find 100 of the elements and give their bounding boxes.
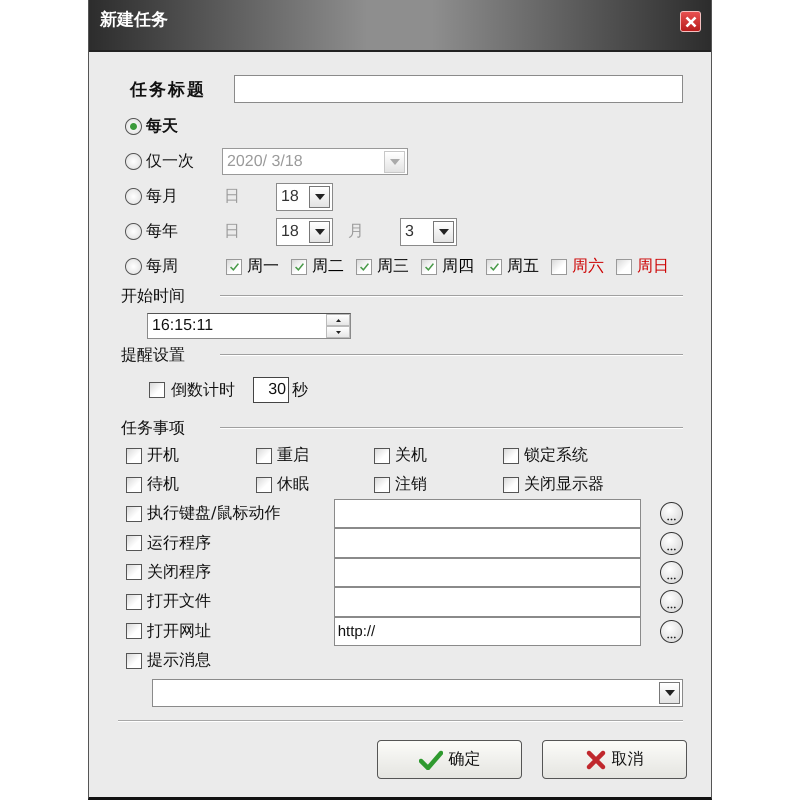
- checkbox-label[interactable]: 执行键盘/鼠标动作: [147, 503, 334, 524]
- input-field[interactable]: [334, 587, 642, 617]
- dots-icon: [667, 576, 676, 580]
- checkbox[interactable]: [551, 258, 567, 274]
- checkbox[interactable]: [616, 258, 632, 274]
- checkbox-label[interactable]: 休眠: [277, 474, 309, 495]
- checkbox[interactable]: [126, 476, 142, 492]
- tick-icon: [490, 262, 498, 270]
- tick-icon: [230, 262, 238, 270]
- field-label: 日: [224, 221, 241, 242]
- spin-up-button[interactable]: [326, 314, 350, 326]
- checkbox[interactable]: [374, 476, 390, 492]
- checkbox-label[interactable]: 重启: [277, 445, 309, 466]
- checkbox[interactable]: [291, 258, 307, 274]
- radio-label[interactable]: 每天: [146, 116, 222, 137]
- radio-label[interactable]: 每年: [146, 221, 222, 242]
- input-field[interactable]: [334, 499, 642, 528]
- checkbox[interactable]: [256, 448, 272, 464]
- checkbox-label[interactable]: 周四: [442, 256, 474, 277]
- checkbox-label[interactable]: 关机: [395, 445, 427, 466]
- number-dropdown[interactable]: 18: [276, 182, 333, 210]
- caret-icon: [314, 194, 324, 200]
- caret-icon: [438, 228, 448, 234]
- caret-icon: [336, 318, 340, 322]
- checkbox[interactable]: [503, 476, 519, 492]
- browse-button[interactable]: [660, 560, 683, 584]
- checkbox[interactable]: [256, 476, 272, 492]
- section-heading: 提醒设置: [120, 344, 186, 366]
- checkbox-label[interactable]: 周五: [507, 256, 539, 277]
- checkbox[interactable]: [374, 448, 390, 464]
- input-field[interactable]: http://: [334, 616, 642, 646]
- checkbox[interactable]: [126, 652, 142, 669]
- dots-icon: [667, 606, 676, 610]
- input-field[interactable]: [234, 75, 683, 103]
- checkbox[interactable]: [126, 506, 142, 522]
- checkbox[interactable]: [126, 623, 142, 640]
- checkbox-label[interactable]: 注销: [395, 474, 427, 495]
- checkbox-label[interactable]: 提示消息: [147, 650, 337, 672]
- checkbox[interactable]: [421, 258, 437, 274]
- radio-button[interactable]: [125, 188, 142, 205]
- checkbox-label[interactable]: 关闭显示器: [524, 474, 604, 495]
- input-field[interactable]: [334, 528, 642, 558]
- radio-button[interactable]: [125, 118, 142, 135]
- seconds-field[interactable]: 30: [253, 377, 289, 403]
- caret-icon: [664, 690, 674, 696]
- browse-button[interactable]: [660, 502, 683, 526]
- browse-button[interactable]: [660, 532, 683, 555]
- time-spinner[interactable]: 16:15:11: [147, 313, 351, 339]
- checkbox-label[interactable]: 周二: [312, 256, 344, 277]
- caret-icon: [314, 228, 324, 234]
- input-field[interactable]: [334, 558, 642, 588]
- check-icon: [418, 750, 442, 770]
- checkbox-label[interactable]: 倒数计时: [171, 380, 235, 400]
- radio-button[interactable]: [125, 153, 142, 170]
- checkbox[interactable]: [503, 448, 519, 464]
- number-dropdown[interactable]: 3: [400, 218, 457, 246]
- browse-button[interactable]: [660, 620, 683, 643]
- radio-label[interactable]: 每月: [146, 186, 222, 207]
- checkbox[interactable]: [126, 564, 142, 580]
- dropdown-button[interactable]: [309, 186, 330, 208]
- close-button[interactable]: [680, 11, 701, 32]
- dropdown-button[interactable]: [309, 220, 330, 242]
- field-label: 月: [348, 221, 365, 242]
- checkbox-label[interactable]: 关闭程序: [147, 562, 334, 583]
- checkbox-label[interactable]: 运行程序: [147, 532, 334, 554]
- tick-icon: [360, 262, 368, 270]
- radio-label[interactable]: 每周: [146, 256, 222, 277]
- browse-button[interactable]: [660, 590, 683, 614]
- field-label: 任务标题: [130, 78, 207, 100]
- close-icon: [684, 16, 696, 28]
- section-heading: 开始时间: [120, 286, 186, 306]
- checkbox[interactable]: [356, 258, 372, 274]
- radio-label[interactable]: 仅一次: [146, 151, 222, 172]
- checkbox[interactable]: [226, 258, 242, 274]
- tick-icon: [294, 262, 304, 270]
- checkbox-label[interactable]: 待机: [147, 474, 179, 495]
- caret-icon: [390, 158, 400, 164]
- checkbox[interactable]: [149, 382, 165, 398]
- checkbox[interactable]: [126, 448, 142, 464]
- number-dropdown[interactable]: 18: [276, 218, 333, 246]
- checkbox-label[interactable]: 周一: [247, 256, 279, 277]
- checkbox-label[interactable]: 开机: [147, 445, 179, 466]
- dots-icon: [667, 548, 676, 551]
- checkbox-label[interactable]: 锁定系统: [524, 445, 588, 466]
- checkbox[interactable]: [126, 594, 142, 610]
- dropdown-button[interactable]: [659, 682, 680, 704]
- cancel-button[interactable]: 取消: [542, 740, 687, 780]
- checkbox-label[interactable]: 周三: [377, 256, 409, 277]
- spin-down-button[interactable]: [326, 326, 350, 338]
- checkbox[interactable]: [126, 535, 142, 552]
- dropdown-button[interactable]: [433, 220, 454, 242]
- checkbox-label[interactable]: 打开文件: [147, 591, 334, 612]
- checkbox-label[interactable]: 周六: [572, 256, 604, 277]
- checkbox-label[interactable]: 打开网址: [147, 620, 334, 642]
- radio-button[interactable]: [125, 223, 142, 240]
- radio-button[interactable]: [125, 258, 142, 275]
- dots-icon: [667, 518, 676, 522]
- ok-button[interactable]: 确定: [377, 740, 522, 780]
- checkbox-label[interactable]: 周日: [637, 256, 669, 277]
- checkbox[interactable]: [486, 258, 502, 274]
